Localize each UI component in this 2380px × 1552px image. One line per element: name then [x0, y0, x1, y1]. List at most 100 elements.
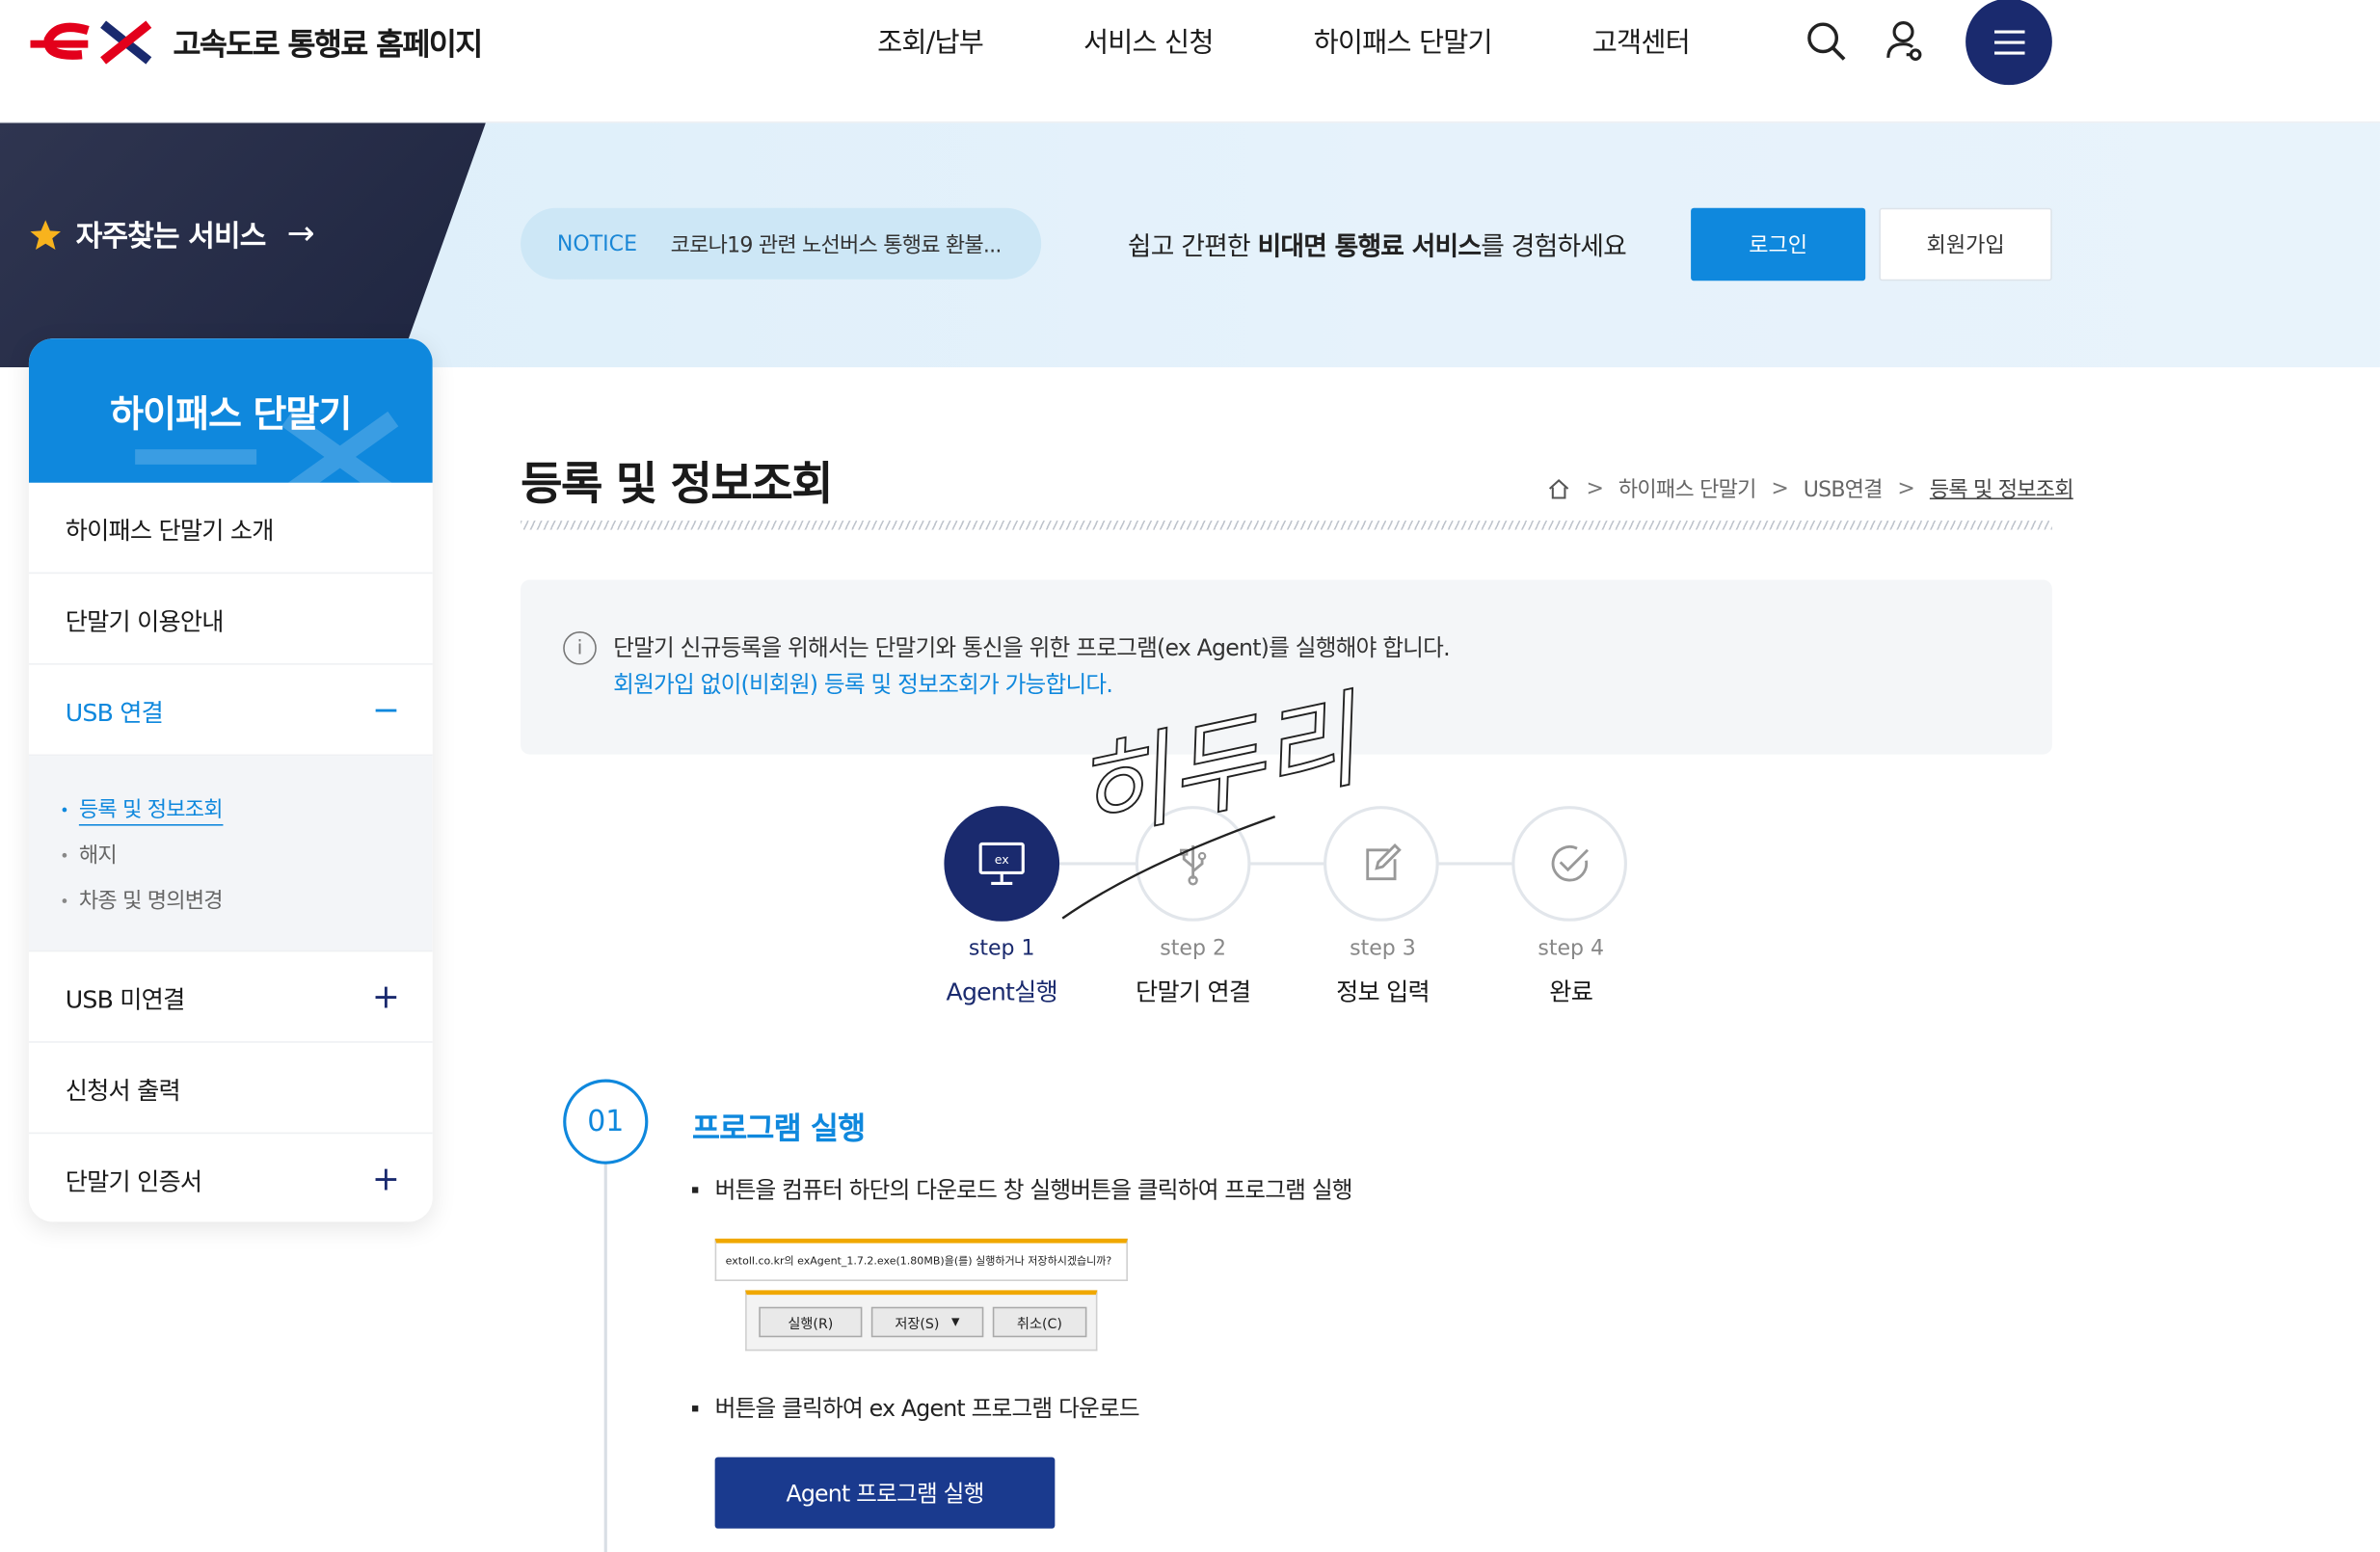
info-box: i 단말기 신규등록을 위해서는 단말기와 통신을 위한 프로그램(ex Age… — [521, 579, 2052, 755]
expand-icon: + — [371, 1161, 400, 1199]
sidebar-item-usage[interactable]: 단말기 이용안내 — [28, 574, 433, 665]
submenu-item-cancel[interactable]: 해지 — [62, 832, 433, 877]
step-4-name: 완료 — [1549, 977, 1593, 1006]
download-save-label: 저장(S) — [895, 1316, 940, 1332]
page-root: 고속도로 통행료 홈페이지 조회/납부 서비스 신청 하이패스 단말기 고객센터… — [0, 0, 2380, 1552]
submenu-item-change[interactable]: 차종 및 명의변경 — [62, 877, 433, 923]
main-nav: 조회/납부 서비스 신청 하이패스 단말기 고객센터 — [877, 21, 1790, 61]
menu-button[interactable] — [1966, 0, 2052, 86]
expand-icon: + — [371, 978, 400, 1017]
svg-text:ex: ex — [995, 852, 1010, 867]
sidebar-item-label: 하이패스 단말기 소개 — [65, 515, 275, 545]
download-prompt-bar: extoll.co.kr의 exAgent_1.7.2.exe(1.80MB)을… — [714, 1238, 1128, 1281]
promo-bold: 비대면 통행료 서비스 — [1257, 231, 1482, 263]
submenu-item-register[interactable]: 등록 및 정보조회 — [62, 787, 433, 832]
step-2-circle — [1135, 806, 1251, 922]
instruction-text: 버튼을 컴퓨터 하단의 다운로드 창 실행버튼을 클릭하여 프로그램 실행 — [714, 1176, 1353, 1204]
download-buttons-bar: 실행(R) 저장(S) ▼ 취소(C) — [745, 1290, 1098, 1351]
instruction-2: 버튼을 클릭하여 ex Agent 프로그램 다운로드 — [692, 1392, 1140, 1424]
sidebar-title-text: 하이패스 단말기 — [110, 392, 352, 436]
bullet-square — [692, 1405, 699, 1411]
sidebar-item-certificate[interactable]: 단말기 인증서 + — [29, 1134, 433, 1221]
collapse-icon: − — [371, 692, 400, 731]
nav-item-hipass-terminal[interactable]: 하이패스 단말기 — [1314, 21, 1493, 61]
arrow-right-icon: → — [286, 215, 315, 254]
step-3-label: step 3 — [1350, 936, 1416, 961]
hamburger-icon — [1993, 29, 2024, 54]
section-title: 프로그램 실행 — [692, 1110, 866, 1146]
sidebar-item-usb-disconnect[interactable]: USB 미연결 + — [28, 951, 433, 1043]
usb-icon — [1179, 845, 1207, 886]
agent-run-button[interactable]: Agent 프로그램 실행 — [714, 1457, 1056, 1529]
user-key-icon — [1886, 21, 1922, 61]
title-divider — [521, 521, 2052, 530]
sidebar-item-label: USB 미연결 — [65, 984, 186, 1014]
sidebar-item-intro[interactable]: 하이패스 단말기 소개 — [28, 483, 433, 575]
breadcrumb-current[interactable]: 등록 및 정보조회 — [1930, 473, 2074, 503]
step-1-name: Agent실행 — [946, 977, 1058, 1006]
sidebar-title: 하이패스 단말기 — [28, 338, 433, 483]
search-icon — [1807, 22, 1846, 61]
join-button[interactable]: 회원가입 — [1879, 207, 2052, 281]
login-button[interactable]: 로그인 — [1691, 207, 1866, 281]
download-run-button[interactable]: 실행(R) — [759, 1306, 863, 1338]
download-cancel-button[interactable]: 취소(C) — [992, 1306, 1087, 1338]
caret-down-icon: ▼ — [951, 1316, 960, 1328]
favorites-link[interactable]: 자주찾는 서비스 → — [27, 214, 315, 255]
sidebar-item-print-form[interactable]: 신청서 출력 — [28, 1043, 433, 1135]
step-1-circle: ex — [944, 806, 1060, 922]
search-button[interactable] — [1800, 15, 1852, 67]
step-3-circle — [1324, 806, 1439, 922]
promo-pre: 쉽고 간편한 — [1127, 231, 1258, 263]
sidebar: 하이패스 단말기 하이패스 단말기 소개 단말기 이용안내 USB 연결 − 등… — [28, 338, 433, 1222]
timeline-line — [603, 1163, 607, 1552]
promo-text: 쉽고 간편한 비대면 통행료 서비스를 경험하세요 — [1127, 225, 1627, 263]
section-number: 01 — [563, 1079, 649, 1164]
promo-post: 를 경험하세요 — [1481, 231, 1627, 263]
chevron-right-icon: > — [1586, 476, 1604, 501]
nav-item-service-apply[interactable]: 서비스 신청 — [1083, 21, 1214, 61]
bullet-dot — [62, 852, 67, 857]
sidebar-item-label: 단말기 이용안내 — [65, 606, 225, 635]
bullet-square — [692, 1186, 699, 1192]
sidebar-item-label: 신청서 출력 — [65, 1075, 181, 1105]
monitor-ex-icon: ex — [978, 842, 1025, 885]
breadcrumb-item[interactable]: USB연결 — [1804, 473, 1884, 503]
bullet-dot — [62, 897, 67, 903]
info-text-highlight: 회원가입 없이(비회원) 등록 및 정보조회가 가능합니다. — [613, 670, 1113, 699]
hero-band: 자주찾는 서비스 → NOTICE 코로나19 관련 노선버스 통행료 환불..… — [0, 122, 2380, 368]
sidebar-item-label: USB 연결 — [65, 697, 164, 727]
nav-item-customer-center[interactable]: 고객센터 — [1592, 21, 1691, 61]
download-save-button[interactable]: 저장(S) ▼ — [870, 1306, 984, 1338]
breadcrumb: > 하이패스 단말기 > USB연결 > 등록 및 정보조회 — [1547, 473, 2074, 503]
user-button[interactable] — [1879, 15, 1931, 67]
chevron-right-icon: > — [1897, 476, 1915, 501]
step-4-circle — [1511, 806, 1627, 922]
step-3-name: 정보 입력 — [1336, 977, 1431, 1006]
chevron-right-icon: > — [1771, 476, 1789, 501]
edit-icon — [1366, 843, 1402, 881]
submenu-label: 등록 및 정보조회 — [78, 793, 224, 825]
info-icon: i — [563, 631, 597, 665]
home-icon[interactable] — [1547, 476, 1571, 500]
breadcrumb-item[interactable]: 하이패스 단말기 — [1618, 473, 1756, 503]
notice-text: 코로나19 관련 노선버스 통행료 환불... — [670, 232, 1003, 257]
step-2-name: 단말기 연결 — [1136, 977, 1251, 1006]
site-title: 고속도로 통행료 홈페이지 — [173, 24, 484, 62]
info-text: 단말기 신규등록을 위해서는 단말기와 통신을 위한 프로그램(ex Agent… — [613, 634, 1450, 662]
instruction-1: 버튼을 컴퓨터 하단의 다운로드 창 실행버튼을 클릭하여 프로그램 실행 — [692, 1173, 1353, 1205]
check-circle-icon — [1551, 845, 1590, 882]
sidebar-item-usb-connect[interactable]: USB 연결 − — [28, 665, 433, 757]
site-header: 고속도로 통행료 홈페이지 조회/납부 서비스 신청 하이패스 단말기 고객센터 — [0, 0, 2380, 123]
sidebar-submenu: 등록 및 정보조회 해지 차종 및 명의변경 — [28, 756, 433, 952]
submenu-label: 해지 — [78, 843, 118, 869]
ex-logo-icon — [30, 20, 152, 65]
steps-connector — [1002, 862, 1571, 866]
nav-item-inquiry-payment[interactable]: 조회/납부 — [877, 21, 984, 61]
star-icon — [30, 219, 61, 250]
site-logo[interactable]: 고속도로 통행료 홈페이지 — [27, 15, 484, 67]
instruction-text: 버튼을 클릭하여 ex Agent 프로그램 다운로드 — [714, 1395, 1140, 1423]
notice-pill[interactable]: NOTICE 코로나19 관련 노선버스 통행료 환불... — [521, 207, 1042, 280]
favorites-label: 자주찾는 서비스 — [75, 220, 267, 254]
notice-tag: NOTICE — [556, 231, 638, 256]
